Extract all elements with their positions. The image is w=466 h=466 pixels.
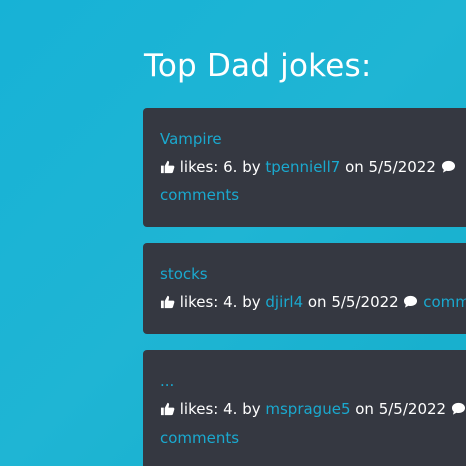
comment-icon[interactable]: [403, 295, 418, 309]
likes-text: likes: 4. by: [175, 400, 266, 418]
joke-card: Vampire likes: 6. by tpenniell7 on 5/5/2…: [143, 108, 466, 227]
comments-link[interactable]: comments: [160, 186, 239, 204]
thumbs-up-icon[interactable]: [160, 295, 175, 309]
author-link[interactable]: djirl4: [265, 293, 303, 311]
joke-meta: likes: 6. by tpenniell7 on 5/5/2022: [160, 158, 456, 176]
comments-link[interactable]: comm: [423, 293, 466, 311]
joke-title-link[interactable]: ...: [160, 372, 174, 390]
joke-title-link[interactable]: Vampire: [160, 130, 222, 148]
joke-card: stocks likes: 4. by djirl4 on 5/5/2022 c…: [143, 243, 466, 334]
author-link[interactable]: msprague5: [265, 400, 350, 418]
page-title: Top Dad jokes:: [144, 48, 372, 84]
comments-link[interactable]: comments: [160, 429, 239, 447]
comment-icon[interactable]: [451, 402, 466, 416]
date-text: on 5/5/2022: [340, 158, 441, 176]
thumbs-up-icon[interactable]: [160, 402, 175, 416]
date-text: on 5/5/2022: [303, 293, 404, 311]
joke-title-link[interactable]: stocks: [160, 265, 208, 283]
comment-icon[interactable]: [441, 160, 456, 174]
likes-text: likes: 4. by: [175, 293, 266, 311]
joke-card: ... likes: 4. by msprague5 on 5/5/2022 c…: [143, 350, 466, 466]
joke-meta: likes: 4. by djirl4 on 5/5/2022 comm: [160, 293, 466, 311]
date-text: on 5/5/2022: [350, 400, 451, 418]
thumbs-up-icon[interactable]: [160, 160, 175, 174]
likes-text: likes: 6. by: [175, 158, 266, 176]
author-link[interactable]: tpenniell7: [265, 158, 340, 176]
joke-meta: likes: 4. by msprague5 on 5/5/2022: [160, 400, 466, 418]
